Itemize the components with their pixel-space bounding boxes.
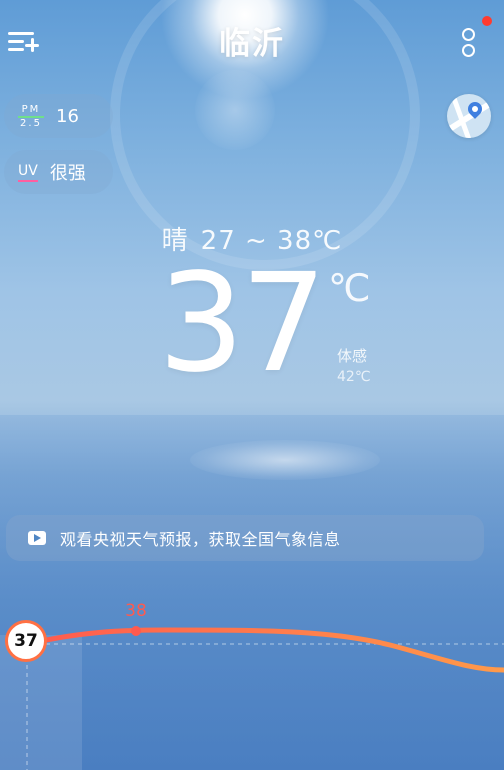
pm25-value: 16 (56, 105, 79, 127)
feels-like-value: 42℃ (337, 369, 371, 385)
banner-text: 观看央视天气预报，获取全国气象信息 (60, 530, 341, 549)
notification-dot (482, 16, 492, 26)
uv-badge: UV (18, 163, 38, 182)
cctv-forecast-banner[interactable]: 观看央视天气预报，获取全国气象信息 (6, 515, 484, 561)
uv-pill[interactable]: UV 很强 (4, 150, 113, 194)
peak-label: 38 (125, 601, 147, 621)
hourly-curve-svg: 38 (24, 601, 504, 770)
water-reflection (190, 440, 380, 480)
map-button[interactable] (447, 94, 491, 138)
pm25-badge: PM 2.5 (18, 104, 44, 129)
current-hour-badge[interactable]: 37 (5, 620, 47, 662)
peak-point (131, 626, 141, 636)
lens-flare (195, 70, 275, 150)
pm25-pill[interactable]: PM 2.5 16 (4, 94, 113, 138)
current-temperature: 37 (158, 245, 327, 403)
hourly-temperature-chart: 38 (0, 590, 504, 770)
more-options-icon[interactable] (458, 16, 492, 60)
temperature-unit: ℃ (328, 266, 371, 310)
temperature-curve (24, 627, 504, 673)
uv-value: 很强 (49, 163, 86, 184)
city-title[interactable]: 临沂 (0, 18, 504, 63)
feels-like-label: 体感 (337, 347, 368, 365)
play-video-icon (28, 531, 46, 545)
